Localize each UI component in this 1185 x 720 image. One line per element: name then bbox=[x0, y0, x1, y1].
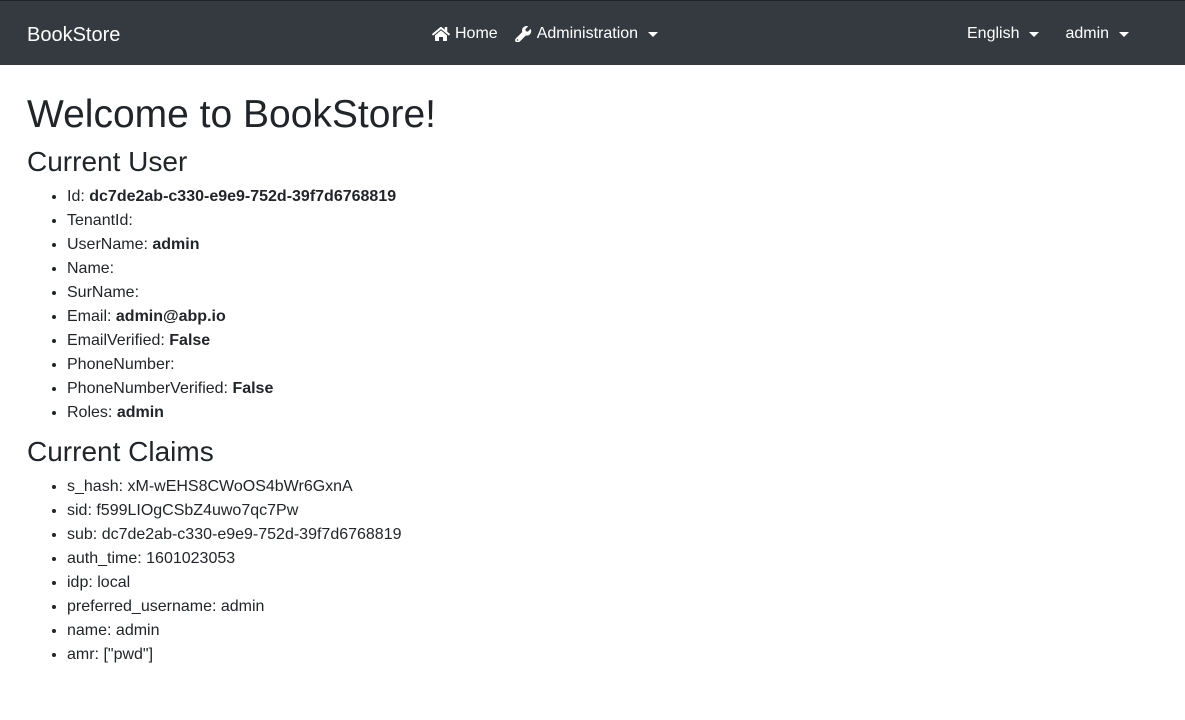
field-value: dc7de2ab-c330-e9e9-752d-39f7d6768819 bbox=[89, 188, 397, 205]
chevron-down-icon bbox=[1119, 31, 1130, 37]
field-value: False bbox=[232, 380, 274, 397]
current-user-heading: Current User bbox=[27, 146, 188, 177]
nav-home-label: Home bbox=[455, 25, 498, 42]
list-item: EmailVerified: False bbox=[67, 329, 1157, 353]
field-label: TenantId: bbox=[67, 212, 133, 229]
field-label: PhoneNumber: bbox=[67, 356, 175, 373]
nav-administration-label: Administration bbox=[536, 25, 639, 42]
field-label: Roles: bbox=[67, 404, 113, 421]
field-value: False bbox=[169, 332, 211, 349]
chevron-down-icon bbox=[648, 31, 659, 37]
page-title: Welcome to BookStore! bbox=[27, 93, 436, 136]
field-label: Id: bbox=[67, 188, 85, 205]
list-item: UserName: admin bbox=[67, 233, 1157, 257]
list-item: TenantId: bbox=[67, 209, 1157, 233]
nav-administration-dropdown[interactable]: Administration bbox=[514, 23, 659, 45]
list-item: PhoneNumber: bbox=[67, 353, 1157, 377]
field-label: SurName: bbox=[67, 284, 140, 301]
user-menu-label: admin bbox=[1065, 25, 1110, 42]
list-item: auth_time: 1601023053 bbox=[67, 547, 1157, 571]
field-label: Email: bbox=[67, 308, 112, 325]
user-nav: English admin bbox=[967, 23, 1130, 45]
nav-home-link[interactable]: Home bbox=[432, 23, 498, 45]
list-item: Name: bbox=[67, 257, 1157, 281]
list-item: Roles: admin bbox=[67, 401, 1157, 425]
list-item: name: admin bbox=[67, 619, 1157, 643]
field-value: admin bbox=[116, 404, 164, 421]
list-item: SurName: bbox=[67, 281, 1157, 305]
field-label: EmailVerified: bbox=[67, 332, 165, 349]
current-claims-heading: Current Claims bbox=[27, 436, 214, 467]
current-user-list: Id: dc7de2ab-c330-e9e9-752d-39f7d6768819… bbox=[27, 185, 1157, 425]
list-item: Id: dc7de2ab-c330-e9e9-752d-39f7d6768819 bbox=[67, 185, 1157, 209]
field-label: PhoneNumberVerified: bbox=[67, 380, 228, 397]
field-value: admin@abp.io bbox=[115, 308, 226, 325]
list-item: sub: dc7de2ab-c330-e9e9-752d-39f7d676881… bbox=[67, 523, 1157, 547]
top-navbar: BookStore Home Administration English ad… bbox=[0, 0, 1185, 65]
field-label: UserName: bbox=[67, 236, 148, 253]
list-item: amr: ["pwd"] bbox=[67, 643, 1157, 667]
field-label: Name: bbox=[67, 260, 115, 277]
list-item: sid: f599LIOgCSbZ4uwo7qc7Pw bbox=[67, 499, 1157, 523]
wrench-icon bbox=[514, 25, 534, 43]
current-claims-list: s_hash: xM-wEHS8CWoOS4bWr6GxnA sid: f599… bbox=[27, 475, 1157, 667]
list-item: preferred_username: admin bbox=[67, 595, 1157, 619]
list-item: s_hash: xM-wEHS8CWoOS4bWr6GxnA bbox=[67, 475, 1157, 499]
list-item: PhoneNumberVerified: False bbox=[67, 377, 1157, 401]
user-menu-dropdown[interactable]: admin bbox=[1065, 23, 1130, 45]
language-label: English bbox=[967, 25, 1020, 42]
main-nav: Home Administration bbox=[432, 23, 659, 45]
list-item: Email: admin@abp.io bbox=[67, 305, 1157, 329]
main-content: Welcome to BookStore! Current User Id: d… bbox=[27, 91, 1157, 677]
field-value: admin bbox=[152, 236, 200, 253]
home-icon bbox=[432, 25, 452, 43]
chevron-down-icon bbox=[1029, 31, 1040, 37]
brand-link[interactable]: BookStore bbox=[27, 23, 120, 47]
list-item: idp: local bbox=[67, 571, 1157, 595]
language-dropdown[interactable]: English bbox=[967, 23, 1040, 45]
